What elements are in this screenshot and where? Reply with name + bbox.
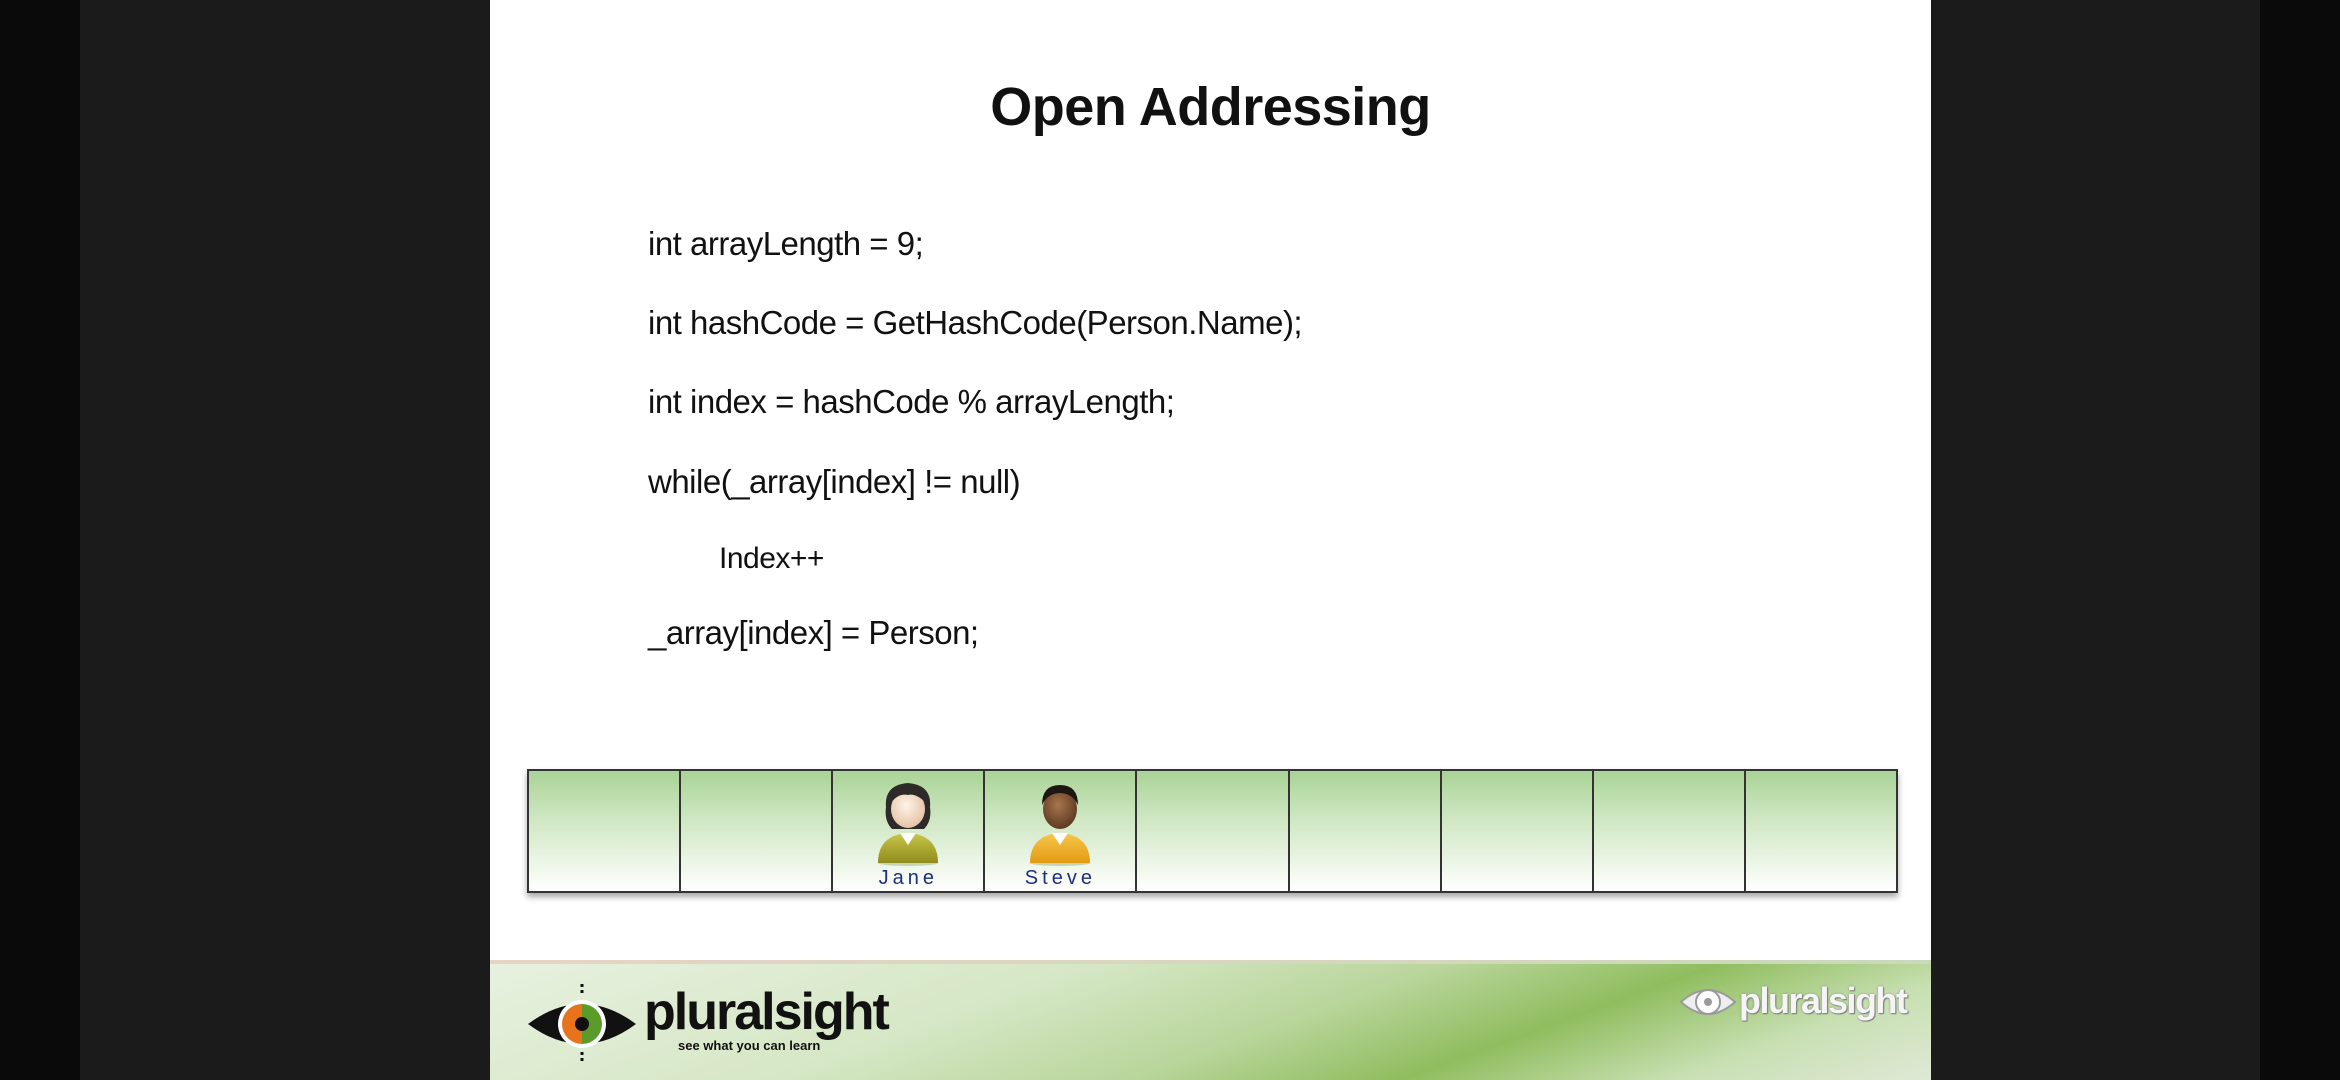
- left-letterbox: [0, 0, 80, 1080]
- logo-wordmark: pluralsight: [644, 983, 890, 1041]
- array-cell: [1593, 771, 1746, 891]
- watermark-wordmark: pluralsight: [1739, 980, 1908, 1021]
- hash-array: Jane Steve: [527, 769, 1898, 893]
- person-jane-icon: [878, 783, 939, 866]
- code-line-hash-code: int hashCode = GetHashCode(Person.Name);: [648, 304, 1303, 341]
- array-cell: Steve: [985, 771, 1138, 891]
- code-line-while: while(_array[index] != null): [648, 463, 1021, 500]
- watermark-eye-icon: [1679, 989, 1737, 1015]
- array-cell: Jane: [833, 771, 986, 891]
- pluralsight-watermark: pluralsight: [1679, 972, 1909, 1032]
- pluralsight-logo: pluralsight see what you can learn: [526, 982, 890, 1066]
- array-cell: [1289, 771, 1442, 891]
- eye-logo-icon: [528, 984, 636, 1064]
- slide: Open Addressing int arrayLength = 9; int…: [490, 0, 1931, 1080]
- logo-tagline: see what you can learn: [678, 1038, 821, 1053]
- code-line-assign: _array[index] = Person;: [648, 614, 979, 651]
- footer-banner: pluralsight see what you can learn plura…: [490, 960, 1931, 1080]
- person-steve-icon: [1030, 785, 1091, 866]
- person-name-steve: Steve: [1024, 867, 1096, 889]
- slide-title: Open Addressing: [990, 77, 1431, 137]
- array-cell: [529, 771, 682, 891]
- array-cell: [1441, 771, 1594, 891]
- array-cell: [681, 771, 834, 891]
- code-line-index: int index = hashCode % arrayLength;: [648, 383, 1175, 420]
- right-letterbox: [2260, 0, 2340, 1080]
- code-line-array-length: int arrayLength = 9;: [648, 225, 924, 262]
- array-cell: [1745, 771, 1896, 891]
- code-line-increment: Index++: [719, 542, 824, 575]
- person-name-jane: Jane: [878, 867, 938, 889]
- array-cell: [1137, 771, 1290, 891]
